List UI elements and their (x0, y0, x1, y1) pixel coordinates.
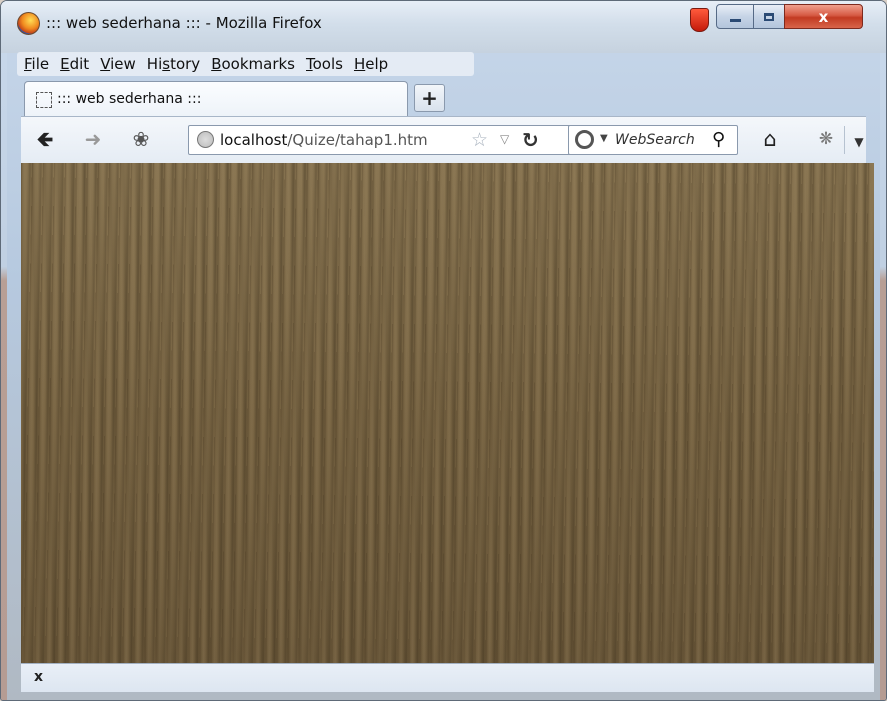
close-window-button[interactable]: x (784, 4, 863, 29)
tab-label: ::: web sederhana ::: (57, 91, 202, 107)
menu-item-help[interactable]: Help (349, 55, 393, 73)
home-icon[interactable]: ⌂ (758, 129, 782, 150)
close-icon[interactable]: x (34, 669, 43, 685)
menu-item-file[interactable]: File (19, 55, 54, 73)
plus-icon: + (421, 86, 438, 110)
status-bar: x (21, 663, 874, 692)
globe-icon[interactable] (197, 131, 214, 148)
page-favicon-icon (36, 92, 52, 108)
bookmark-star-icon[interactable]: ☆ (471, 129, 488, 151)
browser-window: ::: web sederhana ::: - Mozilla Firefox … (0, 0, 887, 701)
maximize-icon (764, 12, 774, 21)
search-bar[interactable]: ▼ WebSearch ⚲ (568, 125, 738, 155)
engine-dropdown-icon[interactable]: ▼ (600, 133, 608, 144)
menu-item-edit[interactable]: Edit (55, 55, 94, 73)
new-tab-button[interactable]: + (414, 84, 445, 112)
window-title: ::: web sederhana ::: - Mozilla Firefox (46, 14, 322, 32)
search-icon[interactable]: ⚲ (712, 129, 725, 150)
menu-item-history[interactable]: History (142, 55, 205, 73)
url-text[interactable]: localhost/Quize/tahap1.htm (220, 131, 428, 149)
window-frame-right (880, 1, 886, 700)
minimize-button[interactable] (716, 4, 754, 29)
search-engine-icon[interactable] (575, 130, 594, 149)
title-bar[interactable]: ::: web sederhana ::: - Mozilla Firefox … (1, 1, 886, 53)
menu-bar: File Edit View History Bookmarks Tools H… (17, 52, 474, 76)
shield-icon[interactable] (690, 8, 709, 32)
addon-icon[interactable]: ❀ (129, 129, 153, 149)
address-bar[interactable]: localhost/Quize/tahap1.htm ☆ ▽ ↻ (188, 125, 577, 155)
back-arrow-icon[interactable]: 🡸 (33, 129, 57, 149)
navigation-toolbar: 🡸 ➜ ❀ localhost/Quize/tahap1.htm ☆ ▽ ↻ ▼… (21, 116, 866, 165)
forward-arrow-icon[interactable]: ➜ (81, 129, 105, 149)
search-input[interactable]: WebSearch (615, 132, 707, 148)
menu-item-bookmarks[interactable]: Bookmarks (206, 55, 300, 73)
toolbar-separator (844, 126, 845, 154)
url-dropdown-icon[interactable]: ▽ (500, 132, 509, 146)
extension-icon[interactable]: ❋ (814, 129, 838, 149)
reload-icon[interactable]: ↻ (522, 128, 539, 152)
window-frame-left (1, 1, 7, 700)
chevron-down-icon[interactable]: ▼ (847, 132, 871, 152)
menu-item-view[interactable]: View (95, 55, 141, 73)
maximize-button[interactable] (753, 4, 785, 29)
minimize-icon (729, 19, 741, 22)
page-content[interactable] (21, 163, 874, 663)
firefox-logo-icon[interactable] (17, 12, 40, 35)
tab-web-sederhana[interactable]: ::: web sederhana ::: (24, 81, 408, 116)
menu-item-tools[interactable]: Tools (301, 55, 348, 73)
close-icon: x (818, 7, 829, 26)
